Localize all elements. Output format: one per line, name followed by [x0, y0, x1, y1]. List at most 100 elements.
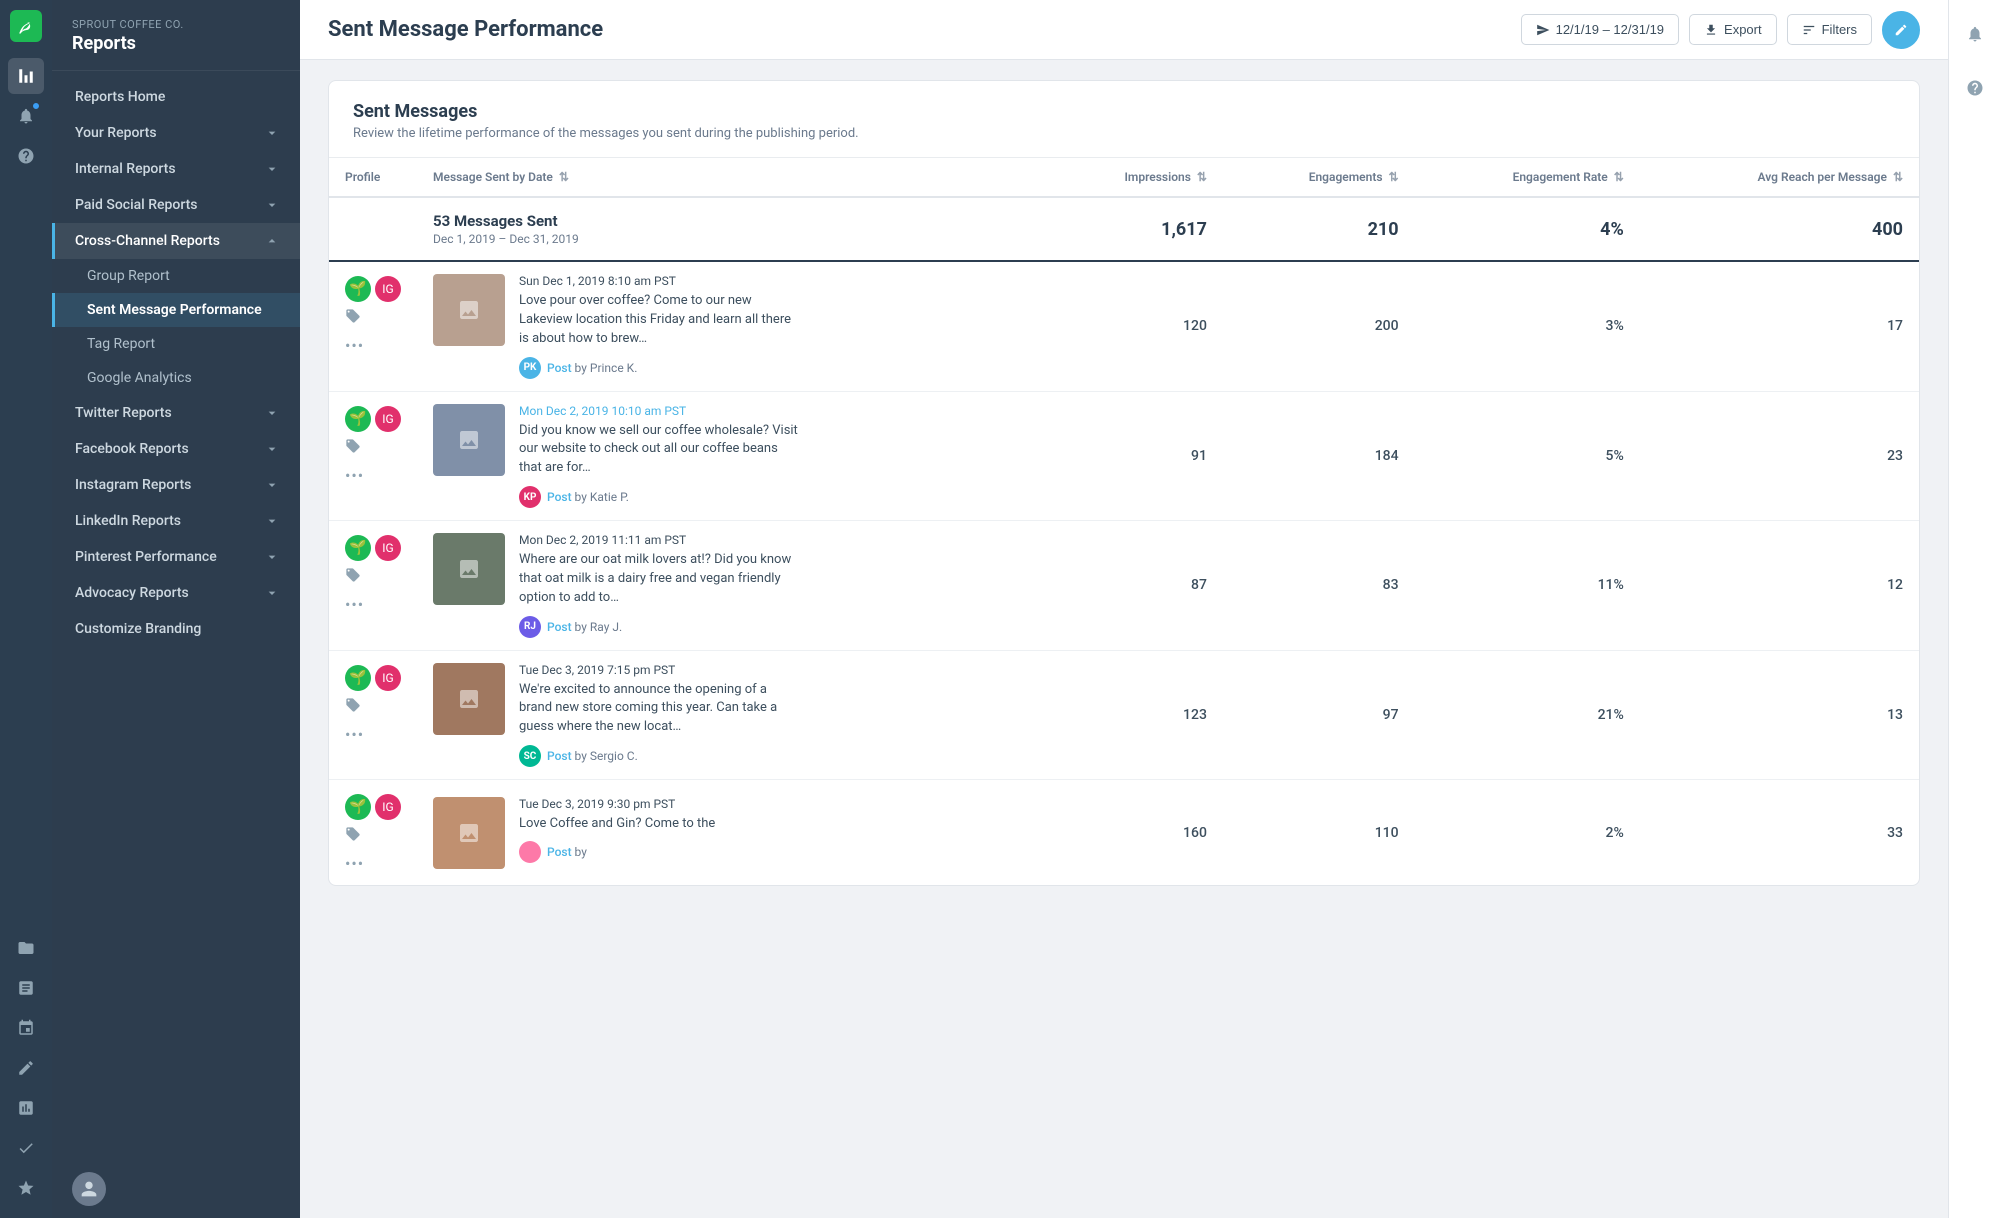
- date-range-button[interactable]: 12/1/19 – 12/31/19: [1521, 14, 1679, 45]
- col-engagements: Engagements ⇅: [1223, 158, 1415, 197]
- instagram-icon: IG: [375, 276, 401, 302]
- message-author: SC Post by Sergio C.: [519, 745, 799, 767]
- filters-button[interactable]: Filters: [1787, 14, 1872, 45]
- sidebar-sub-item-google-analytics[interactable]: Google Analytics: [52, 361, 300, 395]
- author-label: Post by Katie P.: [547, 490, 629, 504]
- message-thumbnail: [433, 274, 505, 346]
- nav-notifications-icon[interactable]: [8, 98, 44, 134]
- msg-engagement_rate: 5%: [1415, 391, 1640, 521]
- sprout-icon: 🌱: [345, 794, 371, 820]
- sprout-icon: 🌱: [345, 276, 371, 302]
- table-row: 🌱 IG ••• Sun Dec 1, 2019 8:10 am PST Lov…: [329, 261, 1919, 391]
- more-options[interactable]: •••: [345, 466, 401, 485]
- profile-cell: 🌱 IG •••: [329, 391, 417, 521]
- nav-inbox-icon[interactable]: [8, 970, 44, 1006]
- nav-help-icon[interactable]: [8, 138, 44, 174]
- message-cell: Sun Dec 1, 2019 8:10 am PST Love pour ov…: [417, 261, 1043, 391]
- post-link[interactable]: Post: [547, 845, 572, 859]
- summary-engagement-rate: 4%: [1415, 197, 1640, 261]
- post-link[interactable]: Post: [547, 361, 572, 375]
- sort-engagements-icon[interactable]: ⇅: [1389, 170, 1399, 184]
- sort-icon[interactable]: ⇅: [559, 170, 569, 184]
- post-link[interactable]: Post: [547, 490, 572, 504]
- right-panel-help[interactable]: [1957, 70, 1993, 106]
- msg-avg_reach: 17: [1640, 261, 1919, 391]
- sort-reach-icon[interactable]: ⇅: [1893, 170, 1903, 184]
- sidebar-item-customize-branding[interactable]: Customize Branding: [52, 611, 300, 647]
- nav-pin-icon[interactable]: [8, 1010, 44, 1046]
- profile-cell: 🌱 IG •••: [329, 780, 417, 886]
- sidebar-item-pinterest[interactable]: Pinterest Performance: [52, 539, 300, 575]
- message-author: PK Post by Prince K.: [519, 357, 799, 379]
- summary-row: 53 Messages Sent Dec 1, 2019 – Dec 31, 2…: [329, 197, 1919, 261]
- sidebar-sub-item-group-report[interactable]: Group Report: [52, 259, 300, 293]
- sidebar-item-linkedin[interactable]: LinkedIn Reports: [52, 503, 300, 539]
- sidebar-item-reports-home[interactable]: Reports Home: [52, 79, 300, 115]
- message-thumbnail: [433, 663, 505, 735]
- post-link[interactable]: Post: [547, 620, 572, 634]
- more-options[interactable]: •••: [345, 725, 401, 744]
- sidebar-sub-item-sent-message[interactable]: Sent Message Performance: [52, 293, 300, 327]
- sidebar-item-facebook[interactable]: Facebook Reports: [52, 431, 300, 467]
- create-button[interactable]: [1882, 11, 1920, 49]
- author-label: Post by Prince K.: [547, 361, 637, 375]
- summary-impressions: 1,617: [1043, 197, 1223, 261]
- sidebar-sub-item-tag-report[interactable]: Tag Report: [52, 327, 300, 361]
- col-engagement-rate: Engagement Rate ⇅: [1415, 158, 1640, 197]
- export-label: Export: [1724, 22, 1762, 37]
- more-options[interactable]: •••: [345, 854, 401, 873]
- nav-compose-icon[interactable]: [8, 1050, 44, 1086]
- send-icon: [1536, 23, 1550, 37]
- bell-icon: [1966, 25, 1984, 43]
- msg-engagements: 200: [1223, 261, 1415, 391]
- msg-impressions: 91: [1043, 391, 1223, 521]
- post-link[interactable]: Post: [547, 749, 572, 763]
- nav-tasks-icon[interactable]: [8, 1130, 44, 1166]
- msg-engagements: 110: [1223, 780, 1415, 886]
- chevron-down-icon: [264, 585, 280, 601]
- tag-icon[interactable]: [345, 697, 401, 717]
- sidebar-item-twitter[interactable]: Twitter Reports: [52, 395, 300, 431]
- sidebar-item-cross-channel[interactable]: Cross-Channel Reports: [52, 223, 300, 259]
- message-cell: Tue Dec 3, 2019 7:15 pm PST We're excite…: [417, 650, 1043, 780]
- sort-rate-icon[interactable]: ⇅: [1614, 170, 1624, 184]
- content-area: Sent Messages Review the lifetime perfor…: [300, 60, 1948, 1218]
- msg-impressions: 120: [1043, 261, 1223, 391]
- message-author: Post by: [519, 841, 715, 863]
- export-button[interactable]: Export: [1689, 14, 1777, 45]
- sidebar-item-paid-social[interactable]: Paid Social Reports: [52, 187, 300, 223]
- tag-icon[interactable]: [345, 826, 401, 846]
- message-date: Sun Dec 1, 2019 8:10 am PST: [519, 274, 799, 288]
- tag-icon[interactable]: [345, 308, 401, 328]
- message-cell: Tue Dec 3, 2019 9:30 pm PST Love Coffee …: [417, 780, 1043, 886]
- sidebar-item-your-reports[interactable]: Your Reports: [52, 115, 300, 151]
- right-panel-notifications[interactable]: [1957, 16, 1993, 52]
- table-row: 🌱 IG ••• Tue Dec 3, 2019 7:15 pm PST We'…: [329, 650, 1919, 780]
- more-options[interactable]: •••: [345, 336, 401, 355]
- tag-icon[interactable]: [345, 438, 401, 458]
- help-icon: [1966, 79, 1984, 97]
- user-avatar[interactable]: [72, 1172, 106, 1206]
- main-content: Sent Message Performance 12/1/19 – 12/31…: [300, 0, 1948, 1218]
- nav-reports-icon[interactable]: [8, 58, 44, 94]
- sidebar-item-internal-reports[interactable]: Internal Reports: [52, 151, 300, 187]
- author-label: Post by Sergio C.: [547, 749, 638, 763]
- message-date[interactable]: Mon Dec 2, 2019 10:10 am PST: [519, 404, 799, 418]
- sort-impressions-icon[interactable]: ⇅: [1197, 170, 1207, 184]
- nav-folder-icon[interactable]: [8, 930, 44, 966]
- more-options[interactable]: •••: [345, 595, 401, 614]
- chevron-down-icon: [264, 477, 280, 493]
- sidebar-item-advocacy[interactable]: Advocacy Reports: [52, 575, 300, 611]
- nav-analytics-icon[interactable]: [8, 1090, 44, 1126]
- nav-star-icon[interactable]: [8, 1170, 44, 1206]
- summary-date: Dec 1, 2019 – Dec 31, 2019: [433, 232, 1027, 246]
- profile-cell: 🌱 IG •••: [329, 261, 417, 391]
- message-text-block: Tue Dec 3, 2019 9:30 pm PST Love Coffee …: [519, 797, 715, 864]
- tag-icon[interactable]: [345, 567, 401, 587]
- message-body: Where are our oat milk lovers at!? Did y…: [519, 551, 799, 608]
- message-thumbnail: [433, 797, 505, 869]
- table-row: 🌱 IG ••• Mon Dec 2, 2019 11:11 am PST Wh…: [329, 521, 1919, 651]
- message-body: Did you know we sell our coffee wholesal…: [519, 422, 799, 479]
- msg-engagement_rate: 3%: [1415, 261, 1640, 391]
- sidebar-item-instagram[interactable]: Instagram Reports: [52, 467, 300, 503]
